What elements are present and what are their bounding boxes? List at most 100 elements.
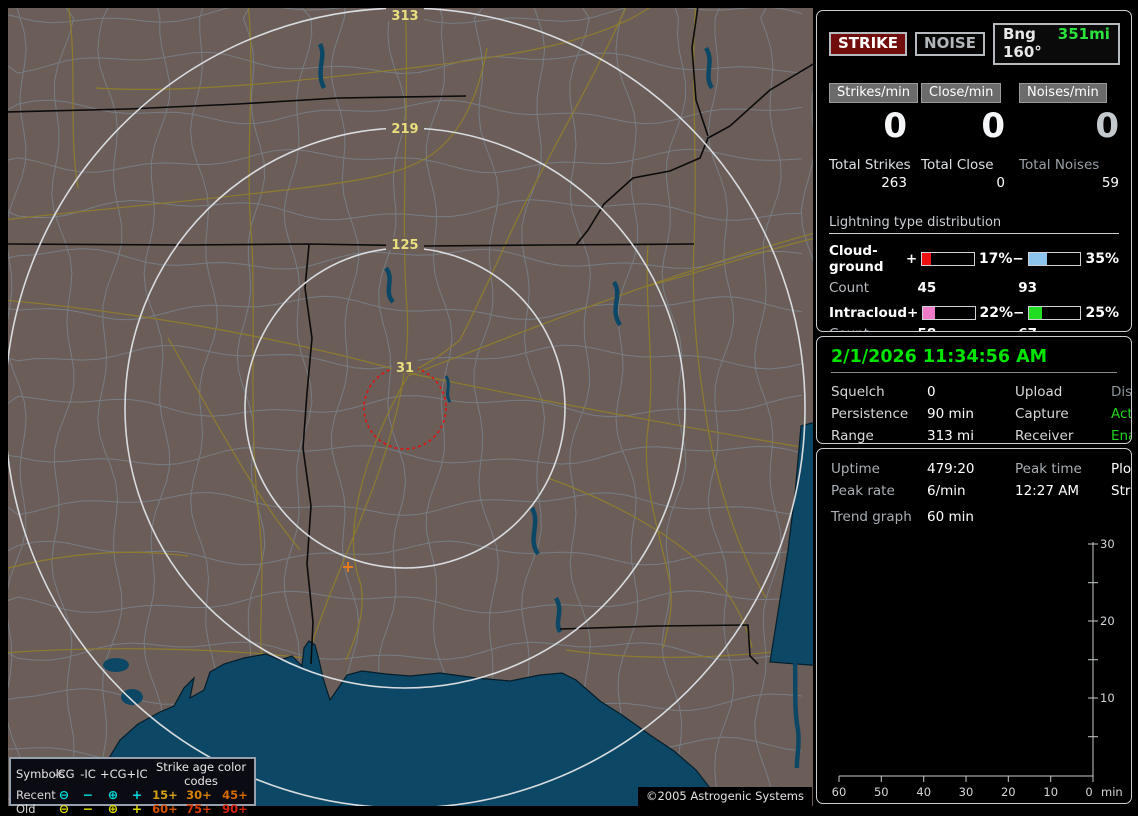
- svg-text:40: 40: [916, 785, 931, 799]
- recent-nic-icon: −: [82, 787, 94, 802]
- legend-type-nic: -IC: [80, 767, 96, 781]
- legend-type-pcg: +CG: [100, 767, 127, 781]
- settings-grid: Squelch 0 Upload Disabled Persistence 90…: [831, 384, 1131, 444]
- old-pic-icon: +: [131, 801, 143, 816]
- receiver-status: Enabled: [1111, 428, 1131, 444]
- legend-age-header: Strike age color codes: [155, 760, 247, 788]
- bearing-value: Bng 160°: [1002, 25, 1042, 61]
- ic-plus-pct: 22%: [979, 305, 1014, 321]
- lightning-map[interactable]: 313 219 125 31 Symbols -CG -IC +CG +IC S…: [8, 8, 813, 816]
- ic-minus-bar: [1028, 306, 1082, 320]
- trend-panel: Uptime 479:20 Peak time Plot Peak rate 6…: [816, 448, 1132, 804]
- close-per-min-value: 0: [981, 106, 1005, 146]
- status-panel: 2/1/2026 11:34:56 AM Squelch 0 Upload Di…: [816, 336, 1132, 444]
- minus-sign: −: [1012, 251, 1024, 267]
- cloud-ground-row: Cloud-ground + 17% − 35%: [829, 243, 1119, 275]
- recent-ncg-icon: ⊖: [58, 787, 70, 802]
- trend-graph-label: Trend graph: [831, 509, 912, 525]
- plus-sign: +: [907, 305, 919, 321]
- total-noises: Total Noises 59: [1019, 157, 1119, 191]
- cg-plus-bar: [921, 252, 975, 266]
- upload-label: Upload: [1015, 384, 1063, 400]
- old-pcg-icon: ⊕: [107, 801, 119, 816]
- svg-text:313: 313: [391, 9, 418, 24]
- age-90: 90+: [222, 802, 248, 816]
- bearing-range-value: 351mi: [1057, 25, 1110, 43]
- intracloud-row: Intracloud + 22% − 25%: [829, 305, 1119, 321]
- svg-text:219: 219: [391, 122, 418, 137]
- trend-axes: [838, 542, 1098, 782]
- cg-plus-pct: 17%: [978, 251, 1013, 267]
- range-value: 313 mi: [927, 428, 974, 444]
- legend-type-ncg: -CG: [53, 767, 75, 781]
- legend-type-pic: +IC: [126, 767, 148, 781]
- plot-mode-value: Strike: [1111, 483, 1131, 499]
- range-label: Range: [831, 428, 874, 444]
- svg-text:0: 0: [1085, 785, 1092, 799]
- legend-symbols-header: Symbols: [16, 767, 65, 781]
- intracloud-count-row: Count 58 67: [829, 326, 1119, 331]
- capture-label: Capture: [1015, 406, 1069, 422]
- legend-old-label: Old: [16, 802, 36, 816]
- symbols-legend: Symbols -CG -IC +CG +IC Strike age color…: [9, 757, 256, 816]
- age-30: 30+: [186, 788, 212, 802]
- age-75: 75+: [186, 802, 212, 816]
- noises-per-min-counter: Noises/min 0: [1019, 83, 1119, 145]
- datetime-display: 2/1/2026 11:34:56 AM: [831, 347, 1117, 373]
- total-strikes: Total Strikes 263: [829, 157, 911, 191]
- old-nic-icon: −: [82, 801, 94, 816]
- svg-text:min: min: [1101, 785, 1123, 799]
- app-window: { "colors": { "map_land": "#6b5e58", "ma…: [0, 0, 1138, 816]
- strikes-per-min-label: Strikes/min: [829, 83, 919, 103]
- cloud-ground-count-row: Count 45 93: [829, 280, 1119, 296]
- svg-text:125: 125: [391, 238, 418, 253]
- old-ncg-icon: ⊖: [58, 801, 70, 816]
- uptime-label: Uptime: [831, 461, 880, 477]
- cg-minus-count: 93: [1018, 280, 1038, 296]
- cg-plus-count: 45: [917, 280, 937, 296]
- age-60: 60+: [152, 802, 178, 816]
- plus-sign: +: [905, 251, 918, 267]
- squelch-value: 0: [927, 384, 936, 400]
- ic-plus-count: 58: [917, 326, 1018, 331]
- strikes-per-min-counter: Strikes/min 0: [829, 83, 919, 146]
- noise-mode-button[interactable]: NOISE: [915, 32, 985, 56]
- peak-rate-label: Peak rate: [831, 483, 895, 499]
- ic-plus-bar: [922, 306, 976, 320]
- strike-mode-button[interactable]: STRIKE: [829, 32, 908, 56]
- age-45: 45+: [222, 788, 248, 802]
- close-per-min-label: Close/min: [921, 83, 1002, 103]
- copyright-text: ©2005 Astrogenic Systems: [637, 787, 812, 806]
- legend-recent-label: Recent: [16, 788, 56, 802]
- distribution-heading: Lightning type distribution: [829, 215, 1119, 234]
- close-per-min-counter: Close/min 0: [921, 83, 1005, 145]
- ic-minus-count: 67: [1018, 326, 1119, 331]
- squelch-label: Squelch: [831, 384, 885, 400]
- uptime-grid: Uptime 479:20 Peak time Plot Peak rate 6…: [831, 461, 1131, 499]
- trend-graph-value: 60 min: [927, 509, 974, 525]
- svg-text:10: 10: [1100, 691, 1115, 705]
- recent-pcg-icon: ⊕: [107, 787, 119, 802]
- ic-minus-pct: 25%: [1085, 305, 1119, 321]
- bearing-readout: Bng 160° 351mi: [992, 23, 1120, 65]
- noises-per-min-value: 0: [1095, 106, 1119, 146]
- peak-rate-value: 6/min: [927, 483, 966, 499]
- svg-text:60: 60: [832, 785, 847, 799]
- age-15: 15+: [152, 788, 178, 802]
- svg-text:20: 20: [1001, 785, 1016, 799]
- strikes-per-min-value: 0: [883, 106, 907, 146]
- svg-text:30: 30: [1100, 537, 1115, 551]
- trend-graph: 30 20 10 60 50 40 30 20 10 0 min: [832, 537, 1123, 799]
- noises-per-min-label: Noises/min: [1019, 83, 1107, 103]
- total-close: Total Close 0: [921, 157, 1005, 191]
- svg-text:50: 50: [874, 785, 889, 799]
- persistence-value: 90 min: [927, 406, 974, 422]
- plot-mode-label: Plot: [1111, 461, 1132, 477]
- svg-text:31: 31: [396, 361, 414, 376]
- recent-pic-icon: +: [131, 787, 143, 802]
- peak-time-value: 12:27 AM: [1015, 483, 1080, 499]
- receiver-label: Receiver: [1015, 428, 1074, 444]
- persistence-label: Persistence: [831, 406, 909, 422]
- uptime-value: 479:20: [927, 461, 975, 477]
- cg-minus-pct: 35%: [1085, 251, 1119, 267]
